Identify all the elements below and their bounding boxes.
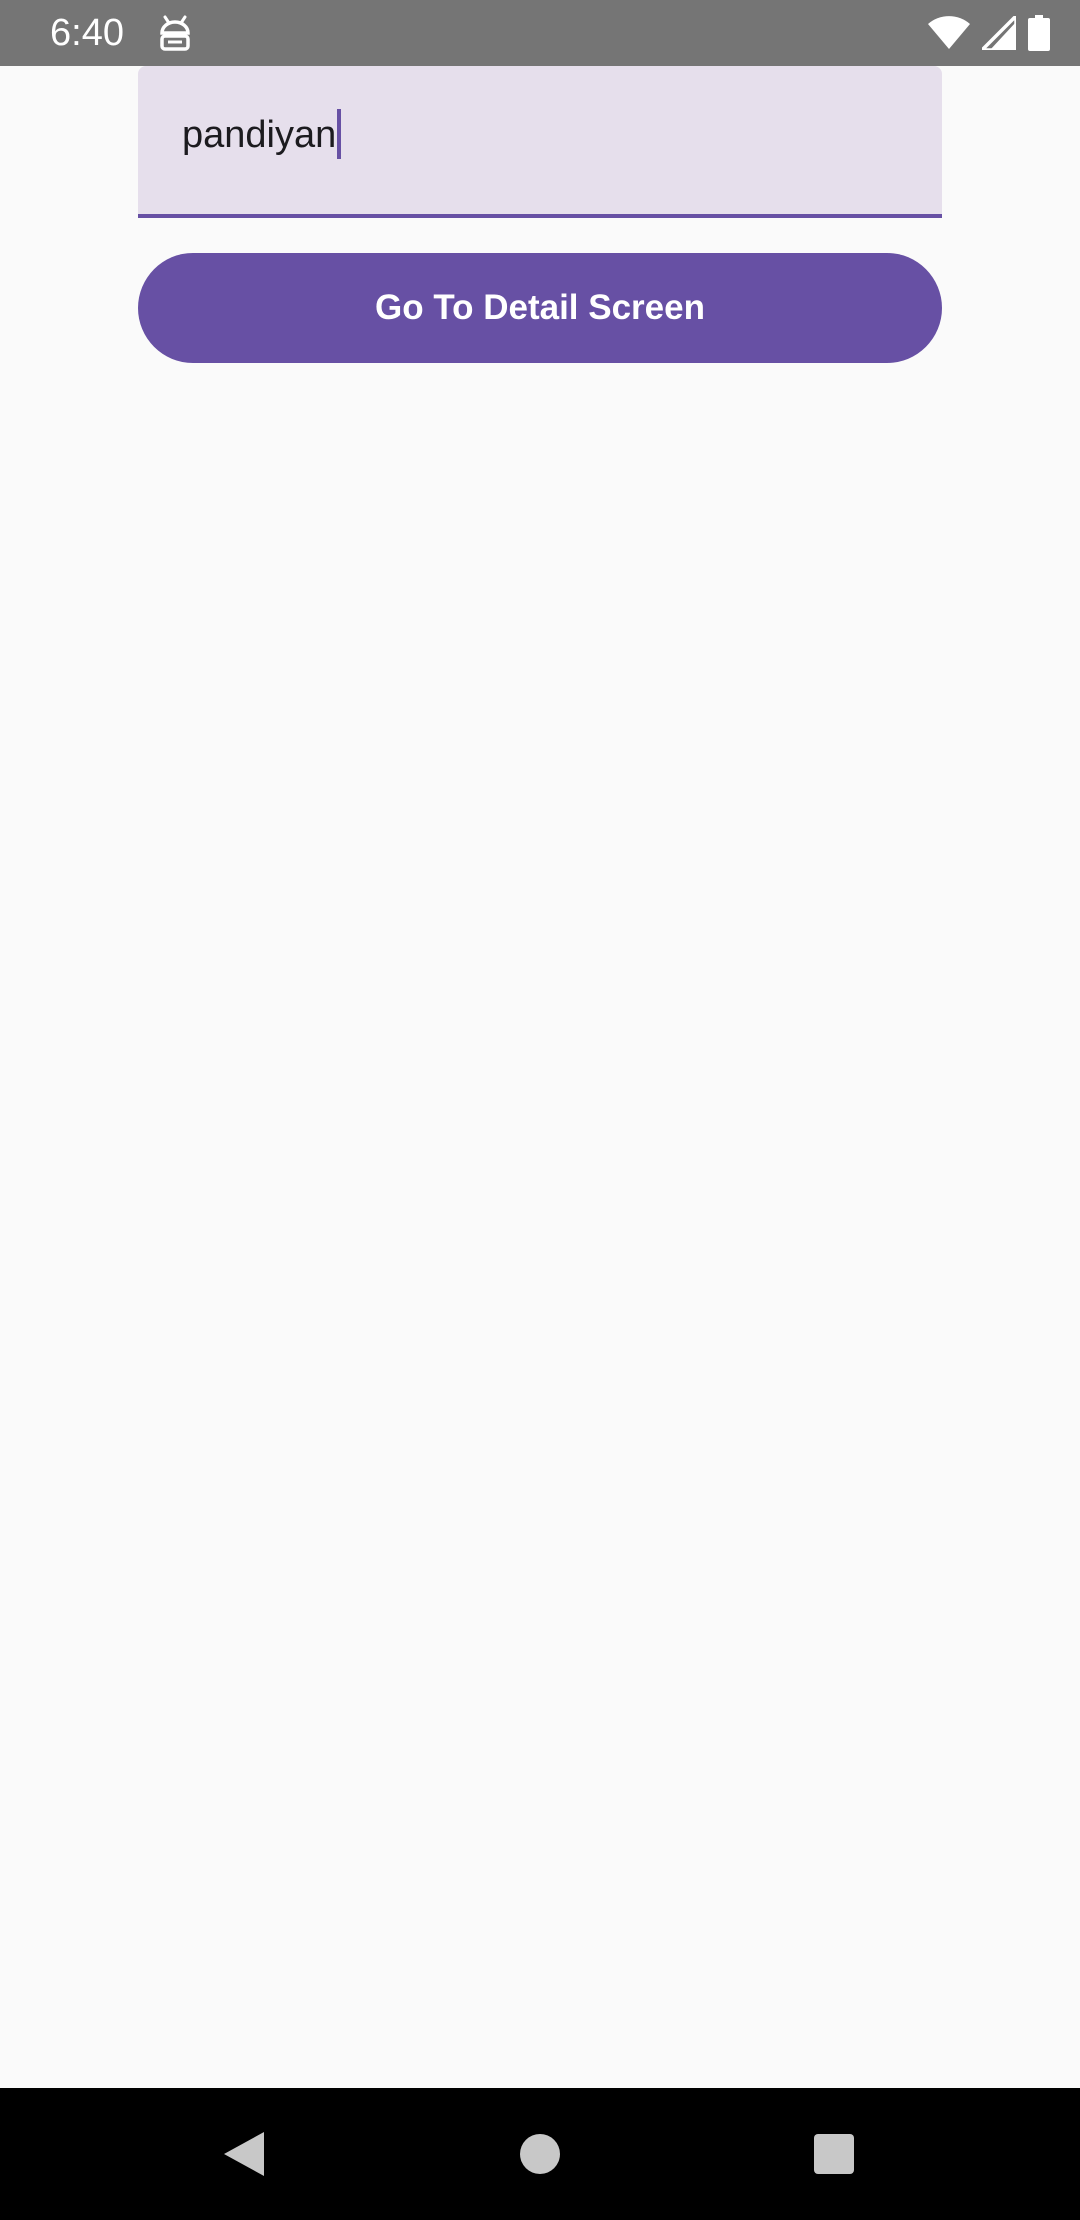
go-to-detail-screen-button[interactable]: Go To Detail Screen: [138, 253, 942, 363]
text-field-value[interactable]: pandiyan: [182, 114, 336, 156]
recents-button[interactable]: [768, 2088, 900, 2220]
text-cursor: [337, 109, 342, 159]
status-icons: [928, 14, 1050, 52]
battery-icon: [1028, 15, 1050, 51]
status-bar: 6:40: [0, 0, 1080, 66]
cellular-signal-icon: [982, 16, 1016, 50]
wifi-icon: [928, 16, 970, 50]
android-debug-icon: [158, 14, 192, 52]
system-navigation-bar: [0, 2088, 1080, 2220]
back-button[interactable]: [178, 2088, 310, 2220]
home-circle-icon: [520, 2134, 560, 2174]
name-text-field[interactable]: pandiyan: [138, 66, 942, 218]
text-field-value-row[interactable]: pandiyan: [182, 109, 342, 162]
status-time: 6:40: [50, 12, 124, 54]
back-triangle-icon: [224, 2132, 264, 2176]
home-button[interactable]: [474, 2088, 606, 2220]
recents-square-icon: [814, 2134, 854, 2174]
